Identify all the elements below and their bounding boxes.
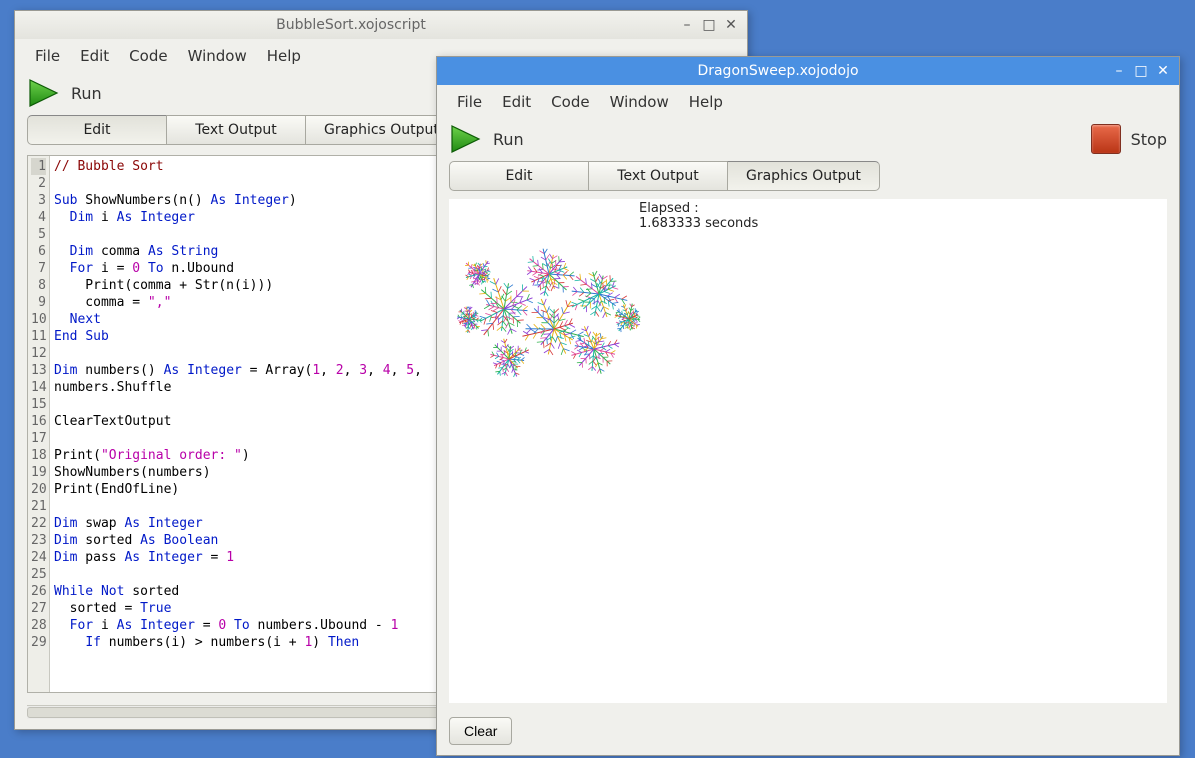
menu-help[interactable]: Help (681, 91, 731, 113)
run-button[interactable]: Run (71, 84, 102, 103)
tab-graphics-output[interactable]: Graphics Output (727, 161, 880, 191)
close-icon[interactable]: ✕ (723, 17, 739, 33)
fractal-image (449, 219, 659, 389)
tab-text-output[interactable]: Text Output (166, 115, 306, 145)
maximize-icon[interactable]: □ (1133, 63, 1149, 79)
menu-file[interactable]: File (449, 91, 490, 113)
menu-code[interactable]: Code (543, 91, 597, 113)
play-icon[interactable] (27, 77, 61, 109)
menu-edit[interactable]: Edit (494, 91, 539, 113)
menu-file[interactable]: File (27, 45, 68, 67)
tabbar: Edit Text Output Graphics Output (449, 161, 1167, 191)
maximize-icon[interactable]: □ (701, 17, 717, 33)
play-icon[interactable] (449, 123, 483, 155)
tab-text-output[interactable]: Text Output (588, 161, 728, 191)
titlebar[interactable]: BubbleSort.xojoscript – □ ✕ (15, 11, 747, 39)
menu-window[interactable]: Window (602, 91, 677, 113)
tab-graphics-output[interactable]: Graphics Output (305, 115, 458, 145)
minimize-icon[interactable]: – (1111, 63, 1127, 79)
menubar: File Edit Code Window Help (437, 85, 1179, 117)
tab-edit[interactable]: Edit (449, 161, 589, 191)
stop-button[interactable]: Stop (1131, 130, 1167, 149)
clear-button[interactable]: Clear (449, 717, 512, 745)
tab-edit[interactable]: Edit (27, 115, 167, 145)
menu-edit[interactable]: Edit (72, 45, 117, 67)
stop-icon[interactable] (1091, 124, 1121, 154)
window-title: BubbleSort.xojoscript (23, 17, 679, 33)
menu-window[interactable]: Window (180, 45, 255, 67)
run-button[interactable]: Run (493, 130, 524, 149)
titlebar[interactable]: DragonSweep.xojodojo – □ ✕ (437, 57, 1179, 85)
menu-code[interactable]: Code (121, 45, 175, 67)
close-icon[interactable]: ✕ (1155, 63, 1171, 79)
minimize-icon[interactable]: – (679, 17, 695, 33)
toolbar: Run Stop (437, 117, 1179, 161)
menu-help[interactable]: Help (259, 45, 309, 67)
window-title: DragonSweep.xojodojo (445, 63, 1111, 79)
window-dragonsweep[interactable]: DragonSweep.xojodojo – □ ✕ File Edit Cod… (436, 56, 1180, 756)
graphics-output: Elapsed : 1.683333 seconds (449, 199, 1167, 703)
